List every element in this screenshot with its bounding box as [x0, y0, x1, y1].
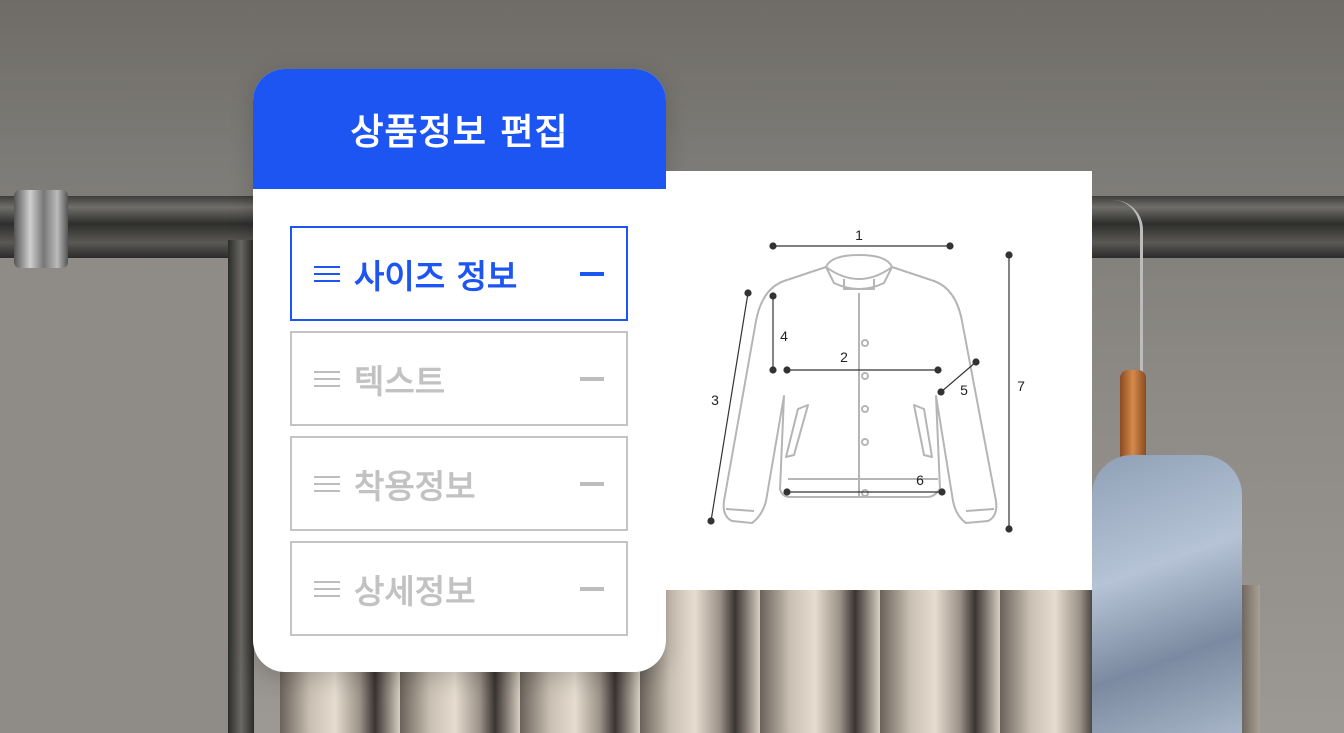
hanging-shirt [1092, 455, 1242, 733]
hanger-hook [1110, 200, 1143, 375]
measure-label-6: 6 [916, 472, 924, 488]
measure-label-7: 7 [1017, 378, 1025, 394]
section-item-text[interactable]: 텍스트 [290, 331, 628, 426]
drag-handle-icon[interactable] [314, 475, 340, 492]
measurement-labels: 1 2 3 4 5 6 7 [711, 227, 1025, 488]
measure-label-1: 1 [855, 227, 863, 243]
jacket-size-diagram: 1 2 3 4 5 6 7 [707, 227, 1025, 533]
section-item-label: 착용정보 [354, 466, 476, 506]
section-item-wear-info[interactable]: 착용정보 [290, 436, 628, 531]
rod-end-cap [14, 190, 68, 268]
measure-label-4: 4 [780, 328, 788, 344]
measure-label-2: 2 [840, 349, 848, 365]
panel-title: 상품정보 편집 [253, 69, 666, 189]
size-chart-card: 1 2 3 4 5 6 7 [666, 171, 1092, 590]
section-item-label: 텍스트 [354, 361, 446, 401]
section-item-size-info[interactable]: 사이즈 정보 [290, 226, 628, 321]
remove-icon[interactable] [580, 271, 604, 276]
measure-label-5: 5 [960, 382, 968, 398]
product-info-edit-panel: 상품정보 편집 사이즈 정보 텍스트 착용정보 상세정보 [253, 69, 666, 672]
drag-handle-icon[interactable] [314, 265, 340, 282]
wall [0, 258, 228, 733]
measure-label-3: 3 [711, 392, 719, 408]
section-item-detail-info[interactable]: 상세정보 [290, 541, 628, 636]
remove-icon[interactable] [580, 586, 604, 591]
drag-handle-icon[interactable] [314, 580, 340, 597]
jacket-outline-icon [722, 254, 998, 524]
section-item-label: 사이즈 정보 [354, 256, 518, 296]
remove-icon[interactable] [580, 376, 604, 381]
drag-handle-icon[interactable] [314, 370, 340, 387]
section-item-label: 상세정보 [354, 571, 476, 611]
remove-icon[interactable] [580, 481, 604, 486]
rack-pole [228, 240, 254, 733]
